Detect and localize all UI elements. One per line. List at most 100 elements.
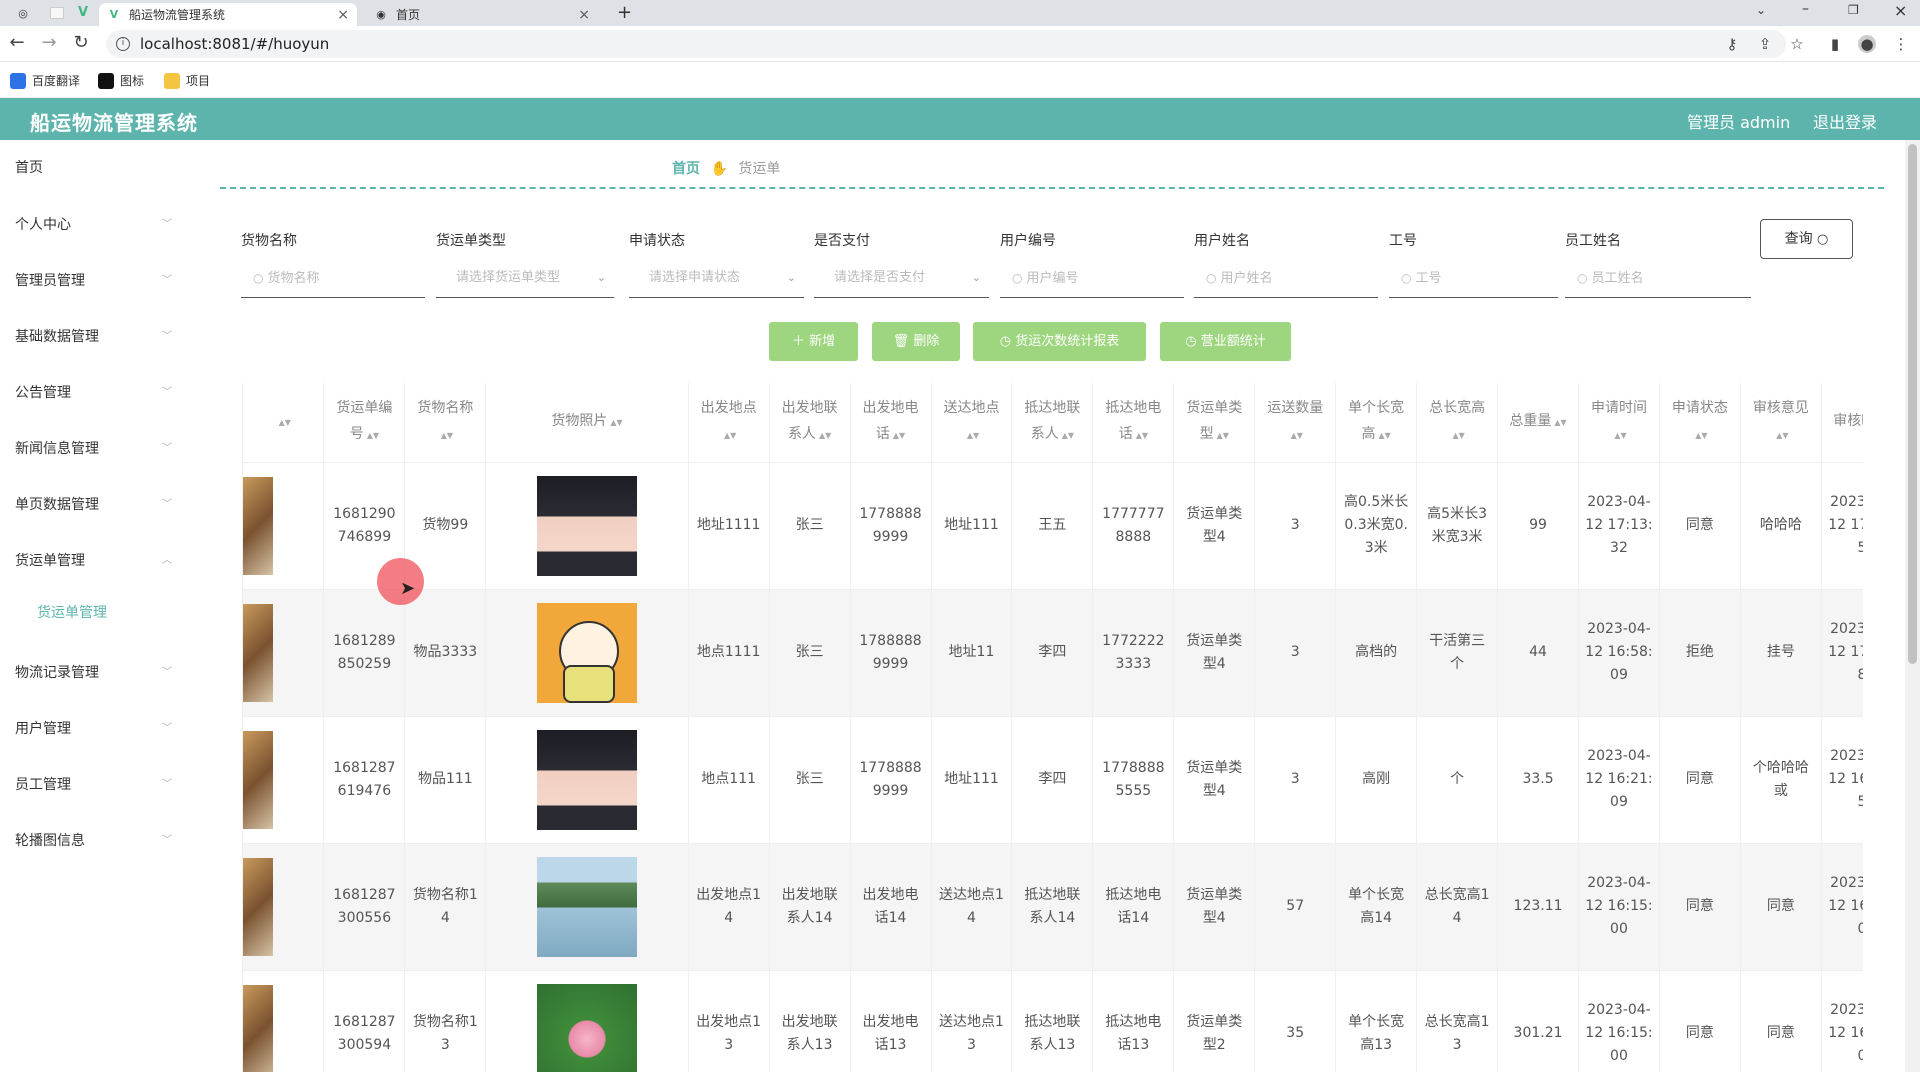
sidebar-item[interactable]: 新闻信息管理 (15, 438, 99, 458)
sidepanel-icon[interactable]: ▮ (1826, 35, 1844, 53)
minimize-icon[interactable]: – (1802, 1, 1809, 17)
sidebar-item[interactable]: 单页数据管理 (15, 494, 99, 514)
column-header[interactable]: 货物照片 ▲▼ (485, 383, 689, 463)
share-icon[interactable]: ⇪ (1756, 35, 1774, 53)
bookmark-icons[interactable]: 图标 (98, 72, 144, 89)
column-header[interactable]: 总重量 ▲▼ (1497, 383, 1579, 463)
table-row[interactable]: 1681289850259 物品3333 地点1111 张三 17888889999 地址… (243, 589, 1863, 717)
cargo-photo[interactable] (537, 729, 637, 830)
sidebar-item[interactable]: 货运单管理 (15, 550, 85, 570)
vue-logo-icon[interactable]: V (78, 5, 88, 20)
bookmark-translate[interactable]: 百度翻译 (10, 72, 80, 89)
sort-icon[interactable]: ▲▼ (441, 423, 453, 449)
chevron-down-icon[interactable]: ﹀ (162, 439, 172, 454)
column-header[interactable]: 审核时▲▼ (1821, 383, 1863, 463)
filter-input[interactable]: ○ 员工姓名 (1565, 262, 1751, 298)
sidebar-item[interactable]: 轮播图信息 (15, 830, 85, 850)
chevron-down-icon[interactable]: ﹀ (162, 215, 172, 230)
tab-active[interactable]: V 船运物流管理系统 × (99, 3, 357, 26)
star-icon[interactable]: ☆ (1788, 35, 1806, 53)
chevron-down-icon[interactable]: ﹀ (162, 719, 172, 734)
column-header[interactable]: 抵达地联系人 ▲▼ (1011, 383, 1094, 463)
column-header[interactable]: ▲▼ (243, 383, 325, 463)
filter-select[interactable]: 请选择货运单类型 ⌄ (436, 262, 614, 298)
sort-icon[interactable]: ▲▼ (1379, 423, 1391, 449)
column-header[interactable]: 运送数量 ▲▼ (1254, 383, 1337, 463)
sidebar-item[interactable]: 基础数据管理 (15, 326, 99, 346)
sort-icon[interactable]: ▲▼ (1554, 410, 1566, 436)
restore-icon[interactable]: ❐ (1848, 3, 1859, 17)
reload-icon[interactable]: ↻ (70, 32, 92, 54)
chevron-down-icon[interactable]: ﹀ (162, 495, 172, 510)
table-row[interactable]: 1681287619476 物品111 地点111 张三 17788889999 地址11… (243, 716, 1863, 844)
filter-input[interactable]: ○ 用户编号 (1000, 262, 1184, 298)
sidebar-item[interactable]: 用户管理 (15, 718, 71, 738)
sort-icon[interactable]: ▲▼ (819, 423, 831, 449)
sort-icon[interactable]: ▲▼ (1291, 423, 1303, 449)
page-scrollbar[interactable] (1905, 140, 1920, 1072)
chevron-down-icon[interactable]: ﹀ (162, 271, 172, 286)
logout-link[interactable]: 退出登录 (1813, 109, 1877, 133)
filter-input[interactable]: ○ 工号 (1389, 262, 1558, 298)
profile-icon[interactable]: ● (1858, 35, 1876, 53)
sort-icon[interactable]: ▲▼ (1136, 423, 1148, 449)
filter-select[interactable]: 请选择申请状态 ⌄ (629, 262, 804, 298)
scrollbar-thumb[interactable] (1908, 144, 1917, 664)
column-header[interactable]: 货运单类型 ▲▼ (1173, 383, 1256, 463)
cargo-photo[interactable] (537, 856, 637, 957)
sort-icon[interactable]: ▲▼ (367, 423, 379, 449)
column-header[interactable]: 审核意见 ▲▼ (1740, 383, 1822, 463)
chevron-down-icon[interactable]: ﹀ (162, 831, 172, 846)
column-header[interactable]: 出发地点 ▲▼ (688, 383, 770, 463)
close-window-icon[interactable]: × (1894, 1, 1907, 20)
breadcrumb-home[interactable]: 首页 (672, 161, 700, 177)
column-header[interactable]: 货运单编号 ▲▼ (323, 383, 406, 463)
filter-select[interactable]: 请选择是否支付 ⌄ (814, 262, 989, 298)
column-header[interactable]: 申请状态 ▲▼ (1659, 383, 1741, 463)
chevron-down-icon[interactable]: ﹀ (162, 663, 172, 678)
forward-arrow-icon[interactable]: → (38, 32, 60, 54)
sidebar-item[interactable]: 个人中心 (15, 214, 71, 234)
info-icon[interactable]: i (116, 37, 130, 51)
sort-icon[interactable]: ▲▼ (967, 423, 979, 449)
sort-icon[interactable]: ▲▼ (610, 410, 622, 436)
chevron-up-icon[interactable]: ︿ (162, 551, 172, 566)
column-header[interactable]: 单个长宽高 ▲▼ (1335, 383, 1418, 463)
chevron-down-icon[interactable]: ﹀ (162, 775, 172, 790)
cargo-photo[interactable] (537, 475, 637, 576)
cargo-photo[interactable] (537, 983, 637, 1072)
sidebar-item[interactable]: 首页 (15, 157, 43, 177)
new-tab-icon[interactable]: + (617, 2, 632, 23)
tab-search-icon[interactable]: ◎ (16, 6, 30, 20)
column-header[interactable]: 抵达地电话 ▲▼ (1092, 383, 1175, 463)
close-icon[interactable]: × (578, 7, 590, 23)
sort-icon[interactable]: ▲▼ (1217, 423, 1229, 449)
table-row[interactable]: 1681287300556 货物名称14 出发地点14 出发地联系人14 出发地电话14… (243, 843, 1863, 971)
column-header[interactable]: 出发地联系人 ▲▼ (769, 383, 851, 463)
sort-icon[interactable]: ▲▼ (724, 423, 736, 449)
column-header[interactable]: 总长宽高 ▲▼ (1416, 383, 1499, 463)
column-header[interactable]: 货物名称 ▲▼ (404, 383, 487, 463)
sort-icon[interactable]: ▲▼ (893, 423, 905, 449)
sidebar-item[interactable]: 员工管理 (15, 774, 71, 794)
blank-tab-icon[interactable] (50, 7, 64, 19)
chevron-down-icon[interactable]: ⌄ (1756, 3, 1766, 17)
table-row[interactable]: 1681290746899 货物99 地址1111 张三 17788889999 地址11… (243, 462, 1863, 590)
sidebar-item[interactable]: 物流记录管理 (15, 662, 99, 682)
filter-input[interactable]: ○ 用户姓名 (1194, 262, 1378, 298)
sort-icon[interactable]: ▲▼ (1614, 423, 1626, 449)
column-header[interactable]: 申请时间 ▲▼ (1578, 383, 1660, 463)
add-button[interactable]: ＋ 新增 (769, 322, 858, 361)
chevron-down-icon[interactable]: ﹀ (162, 383, 172, 398)
close-icon[interactable]: × (337, 7, 349, 23)
column-header[interactable]: 送达地点 ▲▼ (931, 383, 1013, 463)
filter-input[interactable]: ○ 货物名称 (241, 262, 425, 298)
bookmark-project[interactable]: 项目 (164, 72, 210, 89)
sort-icon[interactable]: ▲▼ (1776, 423, 1788, 449)
sidebar-item[interactable]: 公告管理 (15, 382, 71, 402)
key-icon[interactable]: ⚷ (1723, 35, 1741, 53)
tab-inactive[interactable]: ◉ 首页 × (366, 3, 598, 26)
url-input[interactable]: i localhost:8081/#/huoyun (106, 30, 1786, 58)
back-arrow-icon[interactable]: ← (6, 32, 28, 54)
sidebar-subitem[interactable]: 货运单管理 (37, 602, 107, 622)
